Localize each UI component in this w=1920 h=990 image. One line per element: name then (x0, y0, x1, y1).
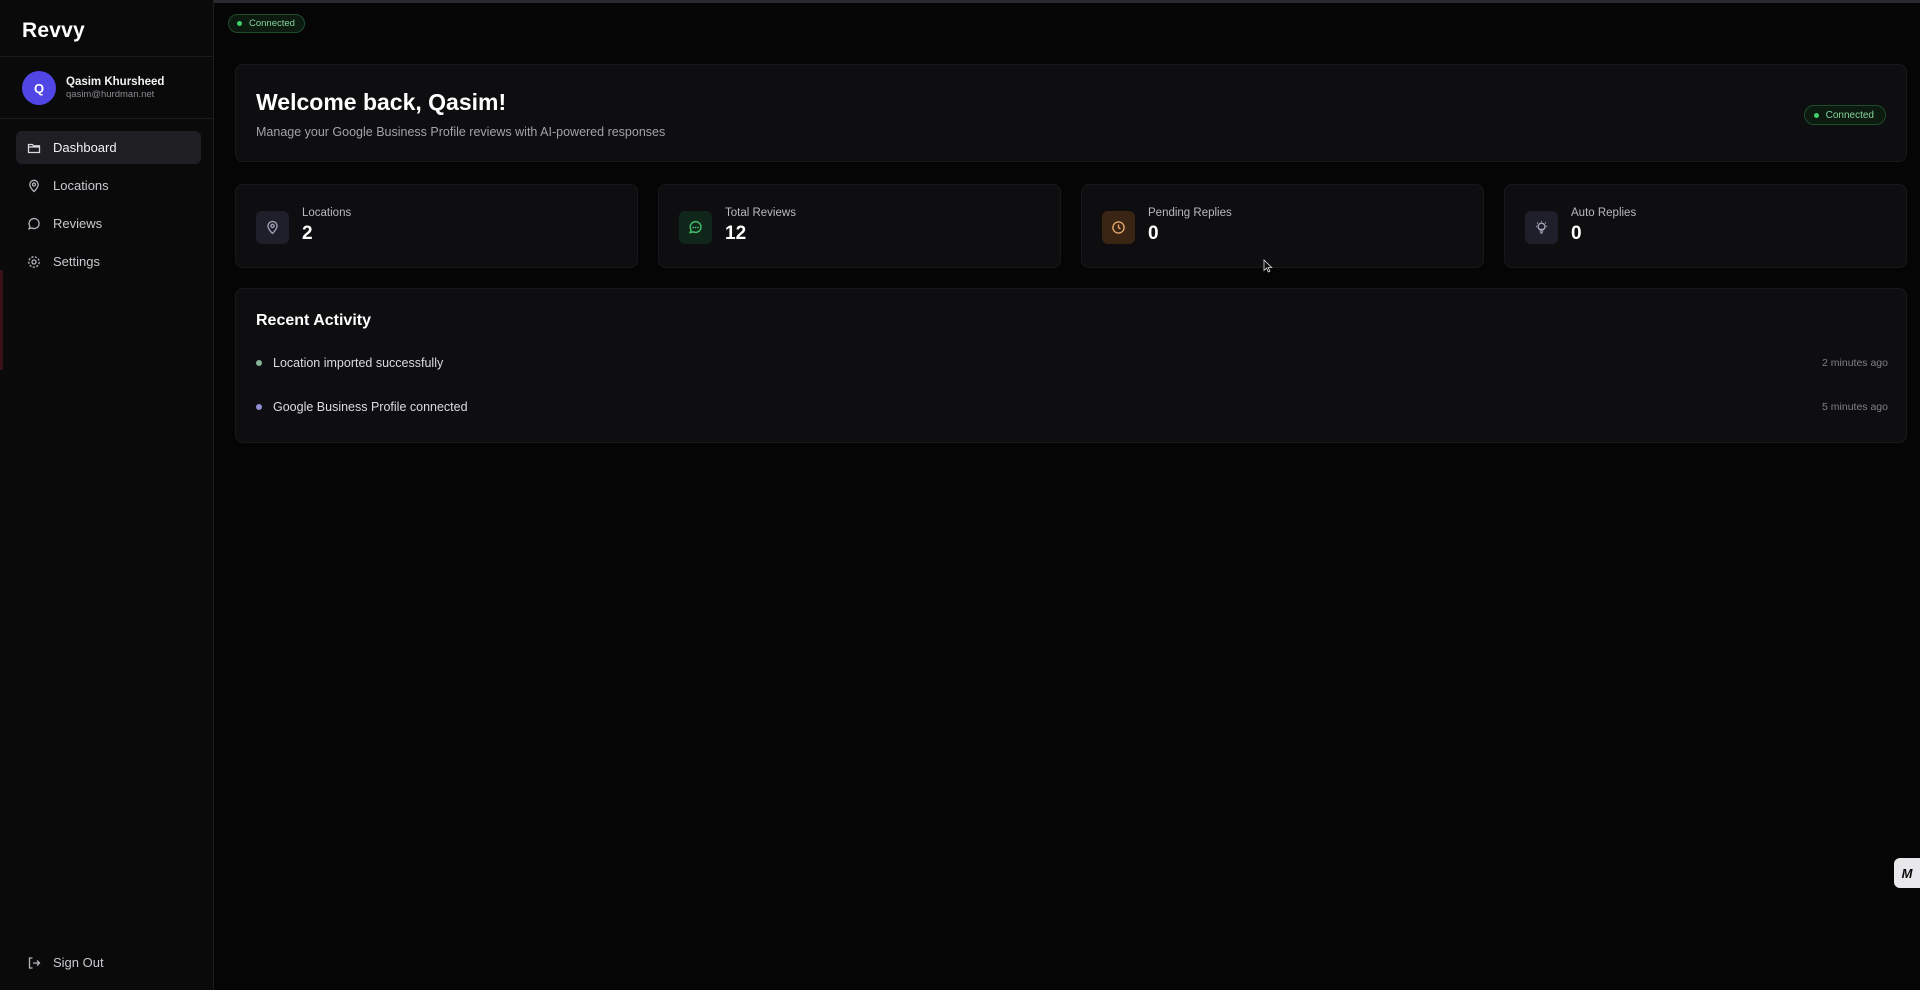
avatar: Q (22, 71, 56, 105)
welcome-card: Welcome back, Qasim! Manage your Google … (235, 64, 1907, 162)
sidebar-item-label: Settings (53, 254, 100, 269)
stat-value: 12 (725, 223, 747, 244)
user-profile[interactable]: Q Qasim Khursheed qasim@hurdman.net (22, 71, 164, 105)
user-email: qasim@hurdman.net (66, 89, 155, 100)
user-name: Qasim Khursheed (66, 76, 165, 88)
activity-item: Google Business Profile connected 5 minu… (256, 398, 1888, 416)
stat-value: 0 (1571, 223, 1582, 244)
sidebar-item-label: Dashboard (53, 140, 117, 155)
section-title: Recent Activity (256, 312, 371, 329)
stat-value: 2 (302, 223, 313, 244)
divider (0, 56, 214, 57)
stat-card-pending-replies: Pending Replies 0 (1081, 184, 1484, 268)
sidebar-item-dashboard[interactable]: Dashboard (16, 131, 201, 164)
stat-card-auto-replies: Auto Replies 0 (1504, 184, 1907, 268)
sign-out-button[interactable]: Sign Out (27, 955, 104, 970)
activity-dot-icon (256, 360, 262, 366)
folder-icon (27, 141, 41, 155)
sidebar-item-settings[interactable]: Settings (16, 245, 201, 278)
app-logo: Revvy (22, 19, 85, 42)
page-title: Welcome back, Qasim! (256, 89, 507, 115)
status-label: Connected (249, 18, 295, 29)
stat-label: Total Reviews (725, 207, 796, 219)
recent-activity-card: Recent Activity Location imported succes… (235, 288, 1907, 443)
log-out-icon (27, 956, 41, 970)
activity-time: 2 minutes ago (1822, 357, 1888, 369)
message-circle-icon (27, 217, 41, 231)
sign-out-label: Sign Out (53, 955, 104, 970)
activity-text: Google Business Profile connected (273, 400, 468, 414)
window-top-border (0, 0, 1920, 3)
activity-item: Location imported successfully 2 minutes… (256, 354, 1888, 372)
message-circle-icon (679, 211, 712, 244)
bulb-icon (1525, 211, 1558, 244)
divider (0, 118, 214, 119)
corner-widget-icon[interactable]: M (1894, 858, 1920, 888)
activity-dot-icon (256, 404, 262, 410)
clock-icon (1102, 211, 1135, 244)
stat-label: Auto Replies (1571, 207, 1637, 219)
edge-accent (0, 270, 3, 370)
status-dot-icon (1813, 112, 1819, 118)
connection-status-badge: Connected (228, 14, 305, 33)
page-subtitle: Manage your Google Business Profile revi… (256, 125, 666, 139)
gear-icon (27, 255, 41, 269)
status-label: Connected (1825, 109, 1874, 121)
sidebar: Revvy Q Qasim Khursheed qasim@hurdman.ne… (0, 0, 214, 990)
connection-status-badge: Connected (1803, 105, 1886, 125)
stat-label: Pending Replies (1148, 207, 1232, 219)
stat-card-locations: Locations 2 (235, 184, 638, 268)
stat-label: Locations (302, 207, 352, 219)
sidebar-item-locations[interactable]: Locations (16, 169, 201, 202)
mouse-cursor-icon (1263, 259, 1273, 273)
activity-time: 5 minutes ago (1822, 401, 1888, 413)
map-pin-icon (256, 211, 289, 244)
map-pin-icon (27, 179, 41, 193)
stat-card-total-reviews: Total Reviews 12 (658, 184, 1061, 268)
sidebar-item-label: Reviews (53, 216, 103, 231)
activity-text: Location imported successfully (273, 356, 444, 370)
sidebar-item-label: Locations (53, 178, 109, 193)
sidebar-item-reviews[interactable]: Reviews (16, 207, 201, 240)
stat-value: 0 (1148, 223, 1159, 244)
status-dot-icon (237, 21, 242, 26)
sidebar-nav: Dashboard Locations Reviews Settings (16, 131, 201, 283)
user-info: Qasim Khursheed qasim@hurdman.net (66, 75, 164, 101)
